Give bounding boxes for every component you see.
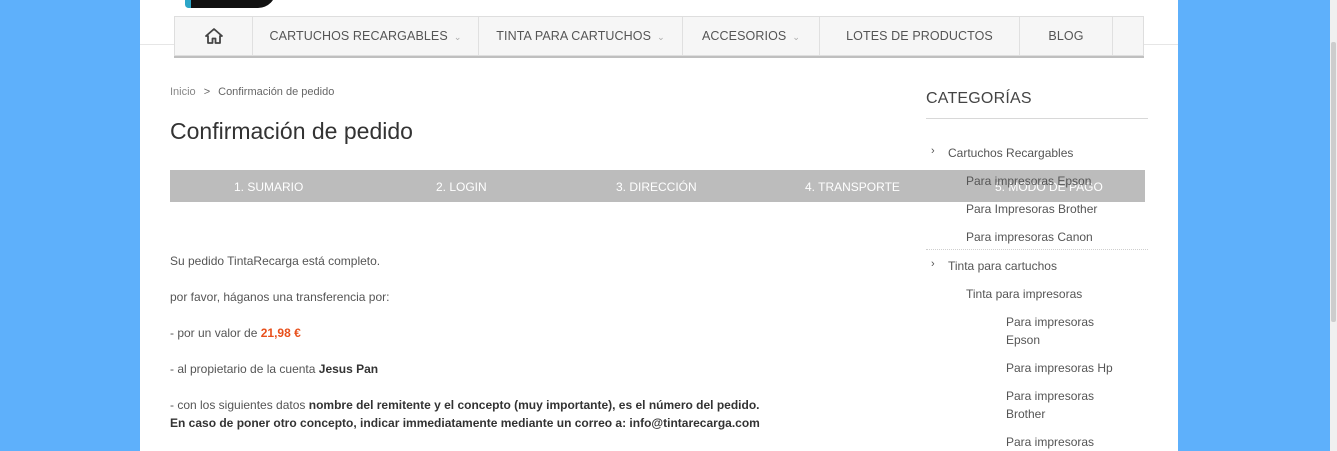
step-transporte[interactable]: 4. TRANSPORTE <box>805 170 900 202</box>
scrollbar-thumb[interactable] <box>1331 42 1336 322</box>
breadcrumb-current: Confirmación de pedido <box>218 86 335 98</box>
menu-item-lotes-de-productos[interactable]: LOTES DE PRODUCTOS <box>820 17 1020 55</box>
menu-label: ACCESORIOS <box>701 29 787 43</box>
menu-label: BLOG <box>1048 29 1084 43</box>
subcategory-epson[interactable]: Para impresoras Epson <box>966 172 1091 190</box>
main-menu: CARTUCHOS RECARGABLES ⌄ TINTA PARA CARTUC… <box>174 16 1144 56</box>
category-tinta-para-cartuchos[interactable]: Tinta para cartuchos <box>948 257 1057 275</box>
category-cartuchos-recargables[interactable]: Cartuchos Recargables <box>948 144 1073 162</box>
chevron-down-icon: ⌄ <box>453 32 462 42</box>
order-total-price: 21,98 € <box>260 326 301 340</box>
transfer-details-line: - con los siguientes datos nombre del re… <box>170 398 760 412</box>
page-title: Confirmación de pedido <box>170 118 413 144</box>
menu-label: LOTES DE PRODUCTOS <box>846 29 993 43</box>
transfer-details-bold: nombre del remitente y el concepto (muy … <box>308 398 760 412</box>
menu-label: TINTA PARA CARTUCHOS <box>496 29 652 43</box>
subsubcategory-more[interactable]: Para impresoras <box>1006 433 1094 451</box>
account-owner-name: Jesus Pan <box>318 362 379 376</box>
home-link[interactable] <box>175 17 253 55</box>
subcategory-canon[interactable]: Para impresoras Canon <box>966 228 1093 246</box>
category-divider <box>926 249 1148 250</box>
transfer-instruction-text: por favor, háganos una transferencia por… <box>170 290 390 304</box>
account-owner-label: - al propietario de la cuenta <box>170 362 319 376</box>
breadcrumb: Inicio > Confirmación de pedido <box>170 86 334 98</box>
menu-item-tinta-para-cartuchos[interactable]: TINTA PARA CARTUCHOS ⌄ <box>479 17 683 55</box>
subcategory-tinta-para-impresoras[interactable]: Tinta para impresoras <box>966 285 1082 303</box>
chevron-down-icon: ⌄ <box>792 32 800 42</box>
subcategory-brother[interactable]: Para Impresoras Brother <box>966 200 1097 218</box>
contact-note-line: En caso de poner otro concepto, indicar … <box>170 416 760 430</box>
chevron-right-icon: › <box>931 145 935 157</box>
contact-note-bold: En caso de poner otro concepto, indicar … <box>170 416 760 430</box>
amount-line: - por un valor de 21,98 € <box>170 326 301 340</box>
menu-item-blog[interactable]: BLOG <box>1020 17 1113 55</box>
home-icon <box>204 28 223 44</box>
site-logo[interactable] <box>185 0 276 8</box>
step-login[interactable]: 2. LOGIN <box>436 170 487 202</box>
subsubcategory-brother[interactable]: Para impresoras Brother <box>1006 387 1116 423</box>
step-sumario[interactable]: 1. SUMARIO <box>234 170 303 202</box>
step-direccion[interactable]: 3. DIRECCIÓN <box>616 170 697 202</box>
chevron-down-icon: ⌄ <box>657 32 665 42</box>
categories-title: CATEGORÍAS <box>926 90 1032 107</box>
page-container: CARTUCHOS RECARGABLES ⌄ TINTA PARA CARTUC… <box>140 0 1178 451</box>
transfer-details-label: - con los siguientes datos <box>170 398 309 412</box>
subsubcategory-hp[interactable]: Para impresoras Hp <box>1006 359 1113 377</box>
amount-label: - por un valor de <box>170 326 261 340</box>
breadcrumb-home-link[interactable]: Inicio <box>170 86 196 98</box>
account-owner-line: - al propietario de la cuenta Jesus Pan <box>170 362 378 376</box>
order-complete-text: Su pedido TintaRecarga está completo. <box>170 254 381 268</box>
subsubcategory-epson[interactable]: Para impresoras Epson <box>1006 313 1116 349</box>
breadcrumb-separator: > <box>203 86 211 98</box>
chevron-right-icon: › <box>931 258 935 270</box>
menu-label: CARTUCHOS RECARGABLES <box>269 29 448 43</box>
menu-item-accesorios[interactable]: ACCESORIOS ⌄ <box>683 17 820 55</box>
categories-divider <box>926 118 1148 119</box>
menu-item-cartuchos-recargables[interactable]: CARTUCHOS RECARGABLES ⌄ <box>253 17 479 55</box>
